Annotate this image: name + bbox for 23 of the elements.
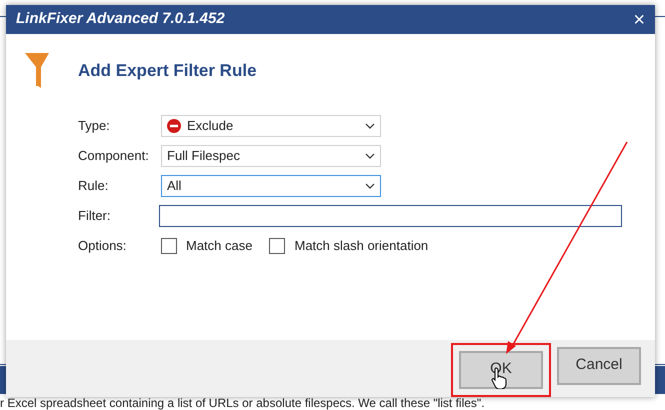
chevron-down-icon xyxy=(365,123,375,129)
filter-icon xyxy=(25,52,49,90)
checkbox[interactable] xyxy=(269,238,286,254)
window-title: LinkFixer Advanced 7.0.1.452 xyxy=(16,9,225,30)
dropdown[interactable]: Exclude xyxy=(161,115,381,137)
field-label: Options: xyxy=(78,237,128,256)
checkbox-label: Match slash orientation xyxy=(294,237,428,256)
filter-input-field[interactable] xyxy=(159,205,622,227)
dropdown[interactable]: All xyxy=(161,175,381,197)
checkbox[interactable] xyxy=(161,238,177,254)
chevron-down-icon xyxy=(365,153,375,159)
chevron-down-icon xyxy=(365,183,375,189)
dialog-button[interactable]: Cancel xyxy=(557,346,641,384)
checkbox-label: Match case xyxy=(186,237,252,256)
dialog-heading: Add Expert Filter Rule xyxy=(78,60,257,82)
dropdown[interactable]: Full Filespec xyxy=(161,145,381,167)
field-label: Type: xyxy=(78,117,111,136)
field-label: Rule: xyxy=(78,177,110,196)
field-label: Filter: xyxy=(78,207,112,226)
field-label: Component: xyxy=(78,147,150,166)
background-text: r Excel spreadsheet containing a list of URLs or absolute filespecs. We call these "list files". xyxy=(0,397,485,410)
close-button[interactable]: × xyxy=(633,10,645,30)
no-entry-icon xyxy=(167,119,181,133)
